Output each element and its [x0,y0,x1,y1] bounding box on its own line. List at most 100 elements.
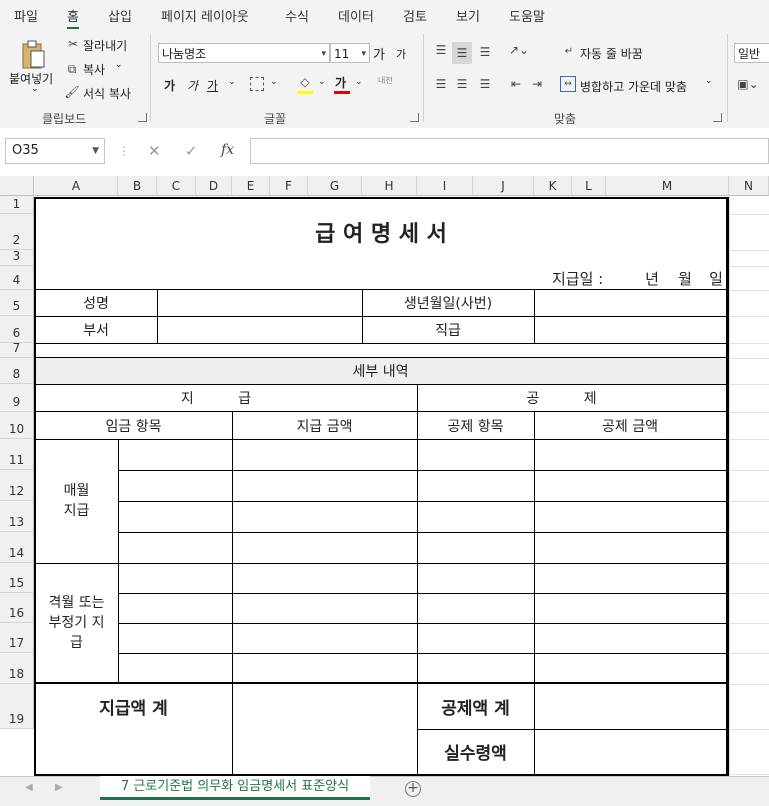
format-painter-button[interactable]: 서식 복사 [83,85,131,102]
pay-date-label[interactable]: 지급일 : [552,266,612,290]
name-label[interactable]: 성명 [35,290,157,316]
row-header-6[interactable]: 6 [0,316,34,343]
column-header-a[interactable]: A [35,176,118,196]
column-header-h[interactable]: H [362,176,417,196]
total-deduct-label[interactable]: 공제액 계 [417,684,534,729]
column-header-k[interactable]: K [534,176,572,196]
row-header-4[interactable]: 4 [0,266,34,290]
column-header-e[interactable]: E [232,176,270,196]
row-header-1[interactable]: 1 [0,196,34,214]
row-header-13[interactable]: 13 [0,501,34,532]
currency-format-icon[interactable]: ▣⌄ [737,76,759,92]
increase-indent-icon[interactable]: ⇥ [529,76,545,92]
select-all-corner[interactable] [0,176,34,196]
birth-value-cell[interactable] [534,290,726,316]
underline-button[interactable]: 가 [207,77,218,94]
column-header-d[interactable]: D [196,176,232,196]
row-header-12[interactable]: 12 [0,470,34,501]
row-header-18[interactable]: 18 [0,653,34,684]
birth-label[interactable]: 생년월일(사번) [362,290,534,316]
deduct-item-header[interactable]: 공제 항목 [417,412,534,439]
rank-label[interactable]: 직급 [362,316,534,343]
enter-icon[interactable]: ✓ [185,142,198,160]
phonetic-button[interactable]: 내천 [378,75,393,86]
prev-sheet-icon[interactable]: ◀ [25,782,33,793]
net-pay-label[interactable]: 실수령액 [417,729,534,774]
borders-dropdown-icon[interactable]: ⌄ [270,77,278,87]
align-bottom-icon[interactable]: ☰ [477,44,493,60]
name-value-cell[interactable] [157,290,362,316]
total-pay-label[interactable]: 지급액 계 [35,684,232,729]
column-header-f[interactable]: F [270,176,308,196]
row-header-16[interactable]: 16 [0,593,34,623]
column-header-c[interactable]: C [157,176,196,196]
column-header-j[interactable]: J [473,176,534,196]
copy-dropdown-icon[interactable]: ⌄ [115,60,123,70]
wrap-text-button[interactable]: 자동 줄 바꿈 [580,45,643,62]
tab-review[interactable]: 검토 [403,6,427,25]
row-header-8[interactable]: 8 [0,358,34,384]
tab-page-layout[interactable]: 페이지 레이아웃 [161,6,249,25]
tab-data[interactable]: 데이터 [338,6,374,25]
paste-dropdown-icon[interactable]: ⌄ [31,84,39,94]
fill-color-icon[interactable]: ◇ [297,74,313,90]
row-header-10[interactable]: 10 [0,412,34,439]
decrease-indent-icon[interactable]: ⇤ [508,76,524,92]
align-middle-icon[interactable]: ☰ [452,42,472,64]
irregular-pay-label[interactable]: 격월 또는 부정기 지 급 [35,563,118,683]
merge-center-button[interactable]: 병합하고 가운데 맞춤 [580,78,687,95]
fill-dropdown-icon[interactable]: ⌄ [318,77,326,87]
merge-dropdown-icon[interactable]: ⌄ [705,76,713,86]
total-pay-value-cell[interactable] [232,684,417,729]
font-size-combo[interactable]: 11 ▾ [330,43,370,63]
clipboard-launcher-icon[interactable] [138,113,147,122]
chevron-down-icon[interactable]: ▼ [92,139,99,163]
deduct-section-header[interactable]: 공 제 [417,384,726,412]
insert-function-button[interactable]: fx [221,142,234,158]
font-launcher-icon[interactable] [410,113,419,122]
align-center-icon[interactable]: ☰ [454,76,470,92]
row-header-11[interactable]: 11 [0,439,34,470]
font-color-button[interactable]: 가 [335,74,346,91]
tab-view[interactable]: 보기 [456,6,480,25]
bold-button[interactable]: 가 [164,77,175,94]
row-header-17[interactable]: 17 [0,623,34,653]
column-header-b[interactable]: B [118,176,157,196]
details-header[interactable]: 세부 내역 [35,358,726,384]
alignment-launcher-icon[interactable] [713,113,722,122]
paste-icon[interactable] [18,38,48,72]
row-header-14[interactable]: 14 [0,532,34,563]
column-header-m[interactable]: M [606,176,729,196]
borders-icon[interactable] [250,77,264,91]
tab-home[interactable]: 홈 [67,6,79,29]
underline-dropdown-icon[interactable]: ⌄ [228,77,236,87]
sheet-tab-active[interactable]: 7 근로기준법 의무화 임금명세서 표준양식 [100,776,370,800]
formula-input[interactable] [250,138,769,164]
deduct-amount-header[interactable]: 공제 금액 [534,412,726,439]
pay-amount-header[interactable]: 지급 금액 [232,412,417,439]
total-deduct-value-cell[interactable] [534,684,726,729]
row-header-2[interactable]: 2 [0,214,34,250]
cancel-icon[interactable]: ✕ [148,142,161,160]
add-sheet-icon[interactable]: + [405,781,421,797]
number-format-combo[interactable]: 일반 [734,43,769,63]
row-header-3[interactable]: 3 [0,249,34,266]
grow-font-button[interactable]: 가 [373,44,385,63]
column-header-g[interactable]: G [308,176,362,196]
tab-insert[interactable]: 삽입 [108,6,132,25]
wage-item-header[interactable]: 임금 항목 [35,412,232,439]
font-name-combo[interactable]: 나눔명조 ▾ [158,43,330,63]
copy-button[interactable]: 복사 [83,61,105,78]
tab-formulas[interactable]: 수식 [285,6,309,25]
rank-value-cell[interactable] [534,316,726,343]
align-right-icon[interactable]: ☰ [477,76,493,92]
column-header-l[interactable]: L [572,176,606,196]
row-header-7[interactable]: 7 [0,341,34,358]
dept-value-cell[interactable] [157,316,362,343]
align-top-icon[interactable]: ☰ [433,42,449,58]
dept-label[interactable]: 부서 [35,316,157,343]
page-title[interactable]: 급 여 명 세 서 [35,214,727,250]
name-box[interactable]: O35 ▼ [5,138,105,164]
row-header-19[interactable]: 19 [0,684,34,729]
tab-file[interactable]: 파일 [14,6,38,25]
